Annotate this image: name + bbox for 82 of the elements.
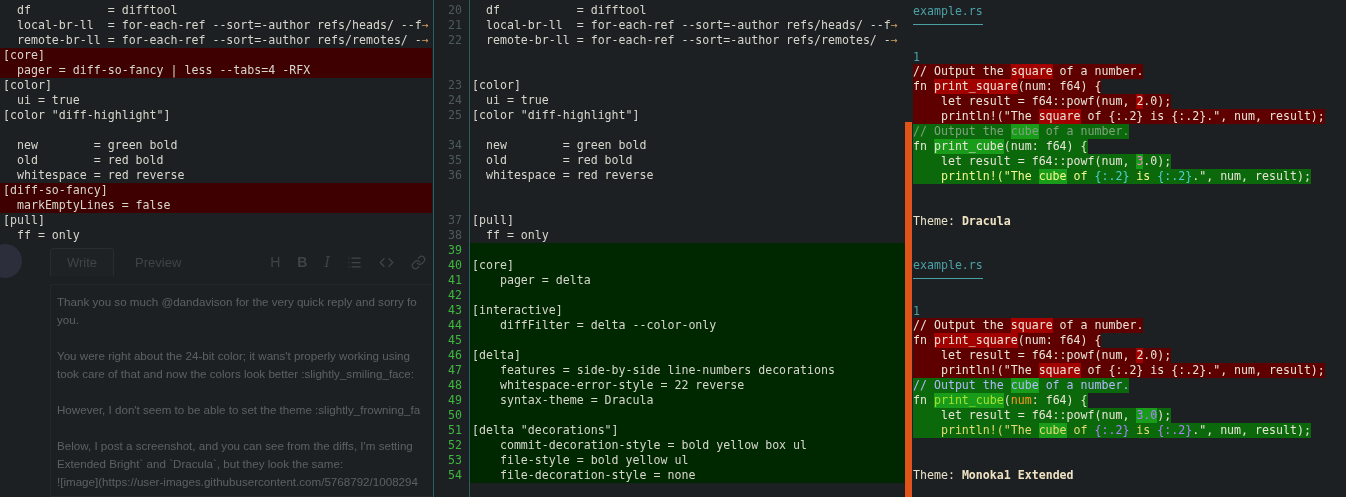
code-line: ff = only	[484, 228, 549, 243]
line-number: 43	[447, 303, 463, 318]
code-line: [delta]	[472, 348, 521, 363]
file-name: example.rs	[913, 4, 983, 25]
line-number: 49	[447, 393, 463, 408]
code-line: pager = delta	[498, 273, 591, 288]
code-line: whitespace = red reverse	[15, 168, 185, 183]
line-number: 41	[447, 273, 463, 288]
theme-name: Dracula	[961, 214, 1011, 229]
code-line: old = red bold	[484, 153, 633, 168]
list-icon[interactable]	[347, 254, 362, 270]
comment-text: took care of that and now the colors look better :slightly_smiling_face:	[57, 366, 416, 382]
code-line: whitespace-error-style = 22 reverse	[498, 378, 745, 393]
code-line: [pull]	[472, 213, 514, 228]
line-number: 52	[447, 438, 463, 453]
comment-text: you.	[57, 312, 80, 328]
code-line: [pull]	[3, 213, 45, 228]
code-line: remote-br-ll = for-each-ref --sort=-author refs/remotes/ -→	[484, 33, 898, 48]
code-line: remote-br-ll = for-each-ref --sort=-author refs/remotes/ -→	[15, 33, 429, 48]
code-line: [delta "decorations"]	[472, 423, 619, 438]
code-line: [color "diff-highlight"]	[472, 108, 640, 123]
code-line: [interactive]	[472, 303, 563, 318]
code-line: diffFilter = delta --color-only	[498, 318, 717, 333]
line-number: 48	[447, 378, 463, 393]
line-number: 21	[447, 18, 463, 33]
comment-text: Extended Bright` and `Dracula`, but they look the same:	[57, 456, 345, 472]
code-line: [core]	[472, 258, 514, 273]
line-number: 35	[447, 153, 463, 168]
line-number: 39	[447, 243, 463, 258]
line-number: 44	[447, 318, 463, 333]
line-number: 50	[447, 408, 463, 423]
code-line: syntax-theme = Dracula	[498, 393, 654, 408]
code-line: [color]	[3, 78, 52, 93]
line-number: 47	[447, 363, 463, 378]
code-line: file-style = bold yellow ul	[498, 453, 689, 468]
line-number: 40	[447, 258, 463, 273]
code-line: commit-decoration-style = bold yellow box ul	[498, 438, 808, 453]
line-number: 37	[447, 213, 463, 228]
code-line: old = red bold	[15, 153, 164, 168]
code-line: new = green bold	[15, 138, 178, 153]
theme-label: Theme:	[913, 468, 955, 483]
code-line: local-br-ll = for-each-ref --sort=-author refs/heads/ --f→	[15, 18, 429, 33]
link-icon[interactable]	[411, 254, 426, 270]
line-number: 34	[447, 138, 463, 153]
line-number: 53	[447, 453, 463, 468]
line-number: 1	[913, 51, 920, 64]
line-number: 54	[447, 468, 463, 483]
code-line: [core]	[3, 48, 45, 63]
comment-text: Thank you so much @dandavison for the very quick reply and sorry fo	[57, 294, 418, 310]
theme-label: Theme:	[913, 214, 955, 229]
line-number: 23	[447, 78, 463, 93]
code-line: local-br-ll = for-each-ref --sort=-author refs/heads/ --f→	[484, 18, 898, 33]
line-number: 45	[447, 333, 463, 348]
line-number: 25	[447, 108, 463, 123]
code-line: [diff-so-fancy]	[3, 183, 108, 198]
line-number: 42	[447, 288, 463, 303]
code-line: ff = only	[15, 228, 80, 243]
code-line: pager = diff-so-fancy | less --tabs=4 -RFX	[15, 63, 311, 78]
code-line: markEmptyLines = false	[15, 198, 171, 213]
code-line: df = difftool	[484, 3, 647, 18]
code-line: file-decoration-style = none	[498, 468, 696, 483]
theme-name: Monoka1 Extended	[961, 468, 1074, 483]
code-line: ui = true	[484, 93, 549, 108]
line-number: 46	[447, 348, 463, 363]
file-name: example.rs	[913, 258, 983, 279]
line-number: 24	[447, 93, 463, 108]
line-number: 1	[913, 305, 920, 318]
comment-text: You were right about the 24-bit color; it wans't properly working using	[57, 348, 411, 364]
code-line: features = side-by-side line-numbers decorations	[498, 363, 835, 378]
code-line: [color "diff-highlight"]	[3, 108, 171, 123]
comment-text: ![image](https://user-images.githubusercontent.com/5768792/1008294	[57, 474, 419, 490]
line-number: 20	[447, 3, 463, 18]
line-number: 38	[447, 228, 463, 243]
code-line: [color]	[472, 78, 521, 93]
code-line: new = green bold	[484, 138, 647, 153]
comment-text-area[interactable]	[50, 284, 432, 497]
line-number: 22	[447, 33, 463, 48]
code-line: df = difftool	[15, 3, 178, 18]
line-number: 36	[447, 168, 463, 183]
code-line: whitespace = red reverse	[484, 168, 654, 183]
line-number: 51	[447, 423, 463, 438]
code-line: ui = true	[15, 93, 80, 108]
